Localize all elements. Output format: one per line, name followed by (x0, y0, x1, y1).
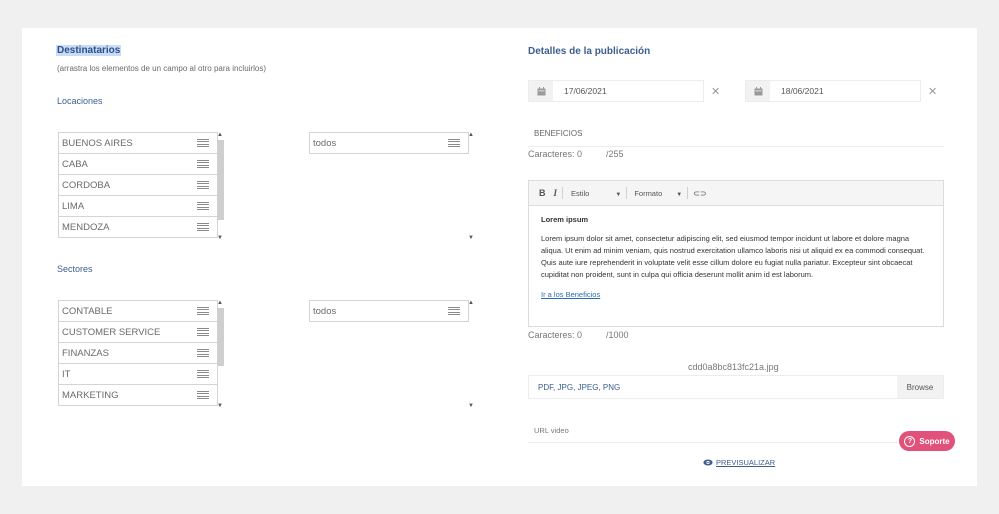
drag-handle-icon[interactable] (197, 390, 209, 400)
eye-icon (703, 459, 713, 466)
drag-handle-icon[interactable] (197, 201, 209, 211)
list-item[interactable]: MARKETING (59, 385, 217, 406)
scroll-thumb[interactable] (217, 140, 224, 220)
locations-scrollbar[interactable]: ▲ ▼ (216, 132, 224, 242)
editor-content[interactable]: Lorem ipsum Lorem ipsum dolor sit amet, … (529, 206, 943, 309)
scroll-up-icon[interactable]: ▲ (216, 300, 224, 306)
preview-label: PREVISUALIZAR (716, 458, 776, 467)
benefits-link[interactable]: Ir a los Beneficios (541, 290, 600, 299)
end-date-field[interactable]: 18/06/2021 (745, 80, 921, 102)
calendar-icon[interactable] (529, 81, 553, 101)
rich-text-editor[interactable]: B I Estilo ▼ Formato ▼ ⊂⊃ Lorem ipsum Lore… (528, 180, 944, 327)
recipients-title: Destinatarios (56, 45, 122, 56)
recipients-subtitle: (arrastra los elementos de un campo al o… (57, 64, 266, 73)
chevron-down-icon: ▼ (615, 191, 622, 198)
drag-handle-icon[interactable] (197, 369, 209, 379)
drag-handle-icon[interactable] (197, 138, 209, 148)
scroll-down-icon[interactable]: ▼ (216, 403, 224, 409)
scroll-up-icon[interactable]: ▲ (467, 300, 475, 306)
title-char-max: /255 (606, 149, 624, 159)
drag-handle-icon[interactable] (448, 306, 460, 316)
locations-label: Locaciones (57, 96, 103, 106)
support-label: Soporte (919, 436, 950, 446)
body-char-max: /1000 (606, 330, 629, 340)
drag-handle-icon[interactable] (448, 138, 460, 148)
publication-title: Detalles de la publicación (528, 46, 651, 57)
locations-selected-scrollbar[interactable]: ▲ ▼ (467, 132, 475, 242)
drag-handle-icon[interactable] (197, 180, 209, 190)
list-item[interactable]: todos (310, 133, 468, 154)
start-date-value: 17/06/2021 (564, 86, 607, 96)
scroll-up-icon[interactable]: ▲ (216, 132, 224, 138)
scroll-down-icon[interactable]: ▼ (467, 403, 475, 409)
accepted-formats: PDF, JPG, JPEG, PNG (538, 383, 621, 392)
uploaded-filename: cdd0a8bc813fc21a.jpg (688, 362, 779, 372)
italic-button[interactable]: I (554, 188, 558, 198)
format-dropdown[interactable]: Formato ▼ (634, 189, 682, 198)
benefits-placeholder: BENEFICIOS (534, 129, 583, 138)
support-button[interactable]: ? Soporte (899, 431, 955, 451)
scroll-down-icon[interactable]: ▼ (467, 235, 475, 241)
sectors-scrollbar[interactable]: ▲ ▼ (216, 300, 224, 410)
calendar-icon[interactable] (746, 81, 770, 101)
sectors-selected-scrollbar[interactable]: ▲ ▼ (467, 300, 475, 410)
drag-handle-icon[interactable] (197, 306, 209, 316)
sectors-available-list[interactable]: CONTABLE CUSTOMER SERVICE FINANZAS IT MA… (58, 300, 218, 406)
scroll-thumb[interactable] (217, 308, 224, 366)
sectors-selected-list[interactable]: todos (309, 300, 469, 322)
drag-handle-icon[interactable] (197, 327, 209, 337)
locations-available-list[interactable]: BUENOS AIRES CABA CORDOBA LIMA MENDOZA (58, 132, 218, 238)
help-icon: ? (904, 435, 916, 447)
list-item[interactable]: FINANZAS (59, 343, 217, 364)
sectors-label: Sectores (57, 264, 93, 274)
list-item[interactable]: CORDOBA (59, 175, 217, 196)
scroll-down-icon[interactable]: ▼ (216, 235, 224, 241)
content-body: Lorem ipsum dolor sit amet, consectetur … (541, 234, 925, 279)
drag-handle-icon[interactable] (197, 348, 209, 358)
content-heading: Lorem ipsum (541, 215, 589, 224)
start-date-field[interactable]: 17/06/2021 (528, 80, 704, 102)
video-url-input[interactable]: URL video (528, 418, 944, 443)
content-card: Destinatarios (arrastra los elementos de… (22, 28, 977, 486)
bold-button[interactable]: B (539, 188, 546, 198)
drag-handle-icon[interactable] (197, 159, 209, 169)
list-item[interactable]: IT (59, 364, 217, 385)
clear-end-date-icon[interactable]: ✕ (928, 85, 937, 98)
title-char-count: Caracteres: 0 (528, 149, 583, 159)
browse-button[interactable]: Browse (897, 376, 943, 398)
scroll-up-icon[interactable]: ▲ (467, 132, 475, 138)
body-char-count: Caracteres: 0 (528, 330, 583, 340)
list-item[interactable]: CUSTOMER SERVICE (59, 322, 217, 343)
drag-handle-icon[interactable] (197, 222, 209, 232)
file-upload-field[interactable]: PDF, JPG, JPEG, PNG Browse (528, 375, 944, 399)
list-item[interactable]: todos (310, 301, 468, 322)
locations-selected-list[interactable]: todos (309, 132, 469, 154)
list-item[interactable]: CABA (59, 154, 217, 175)
chevron-down-icon: ▼ (676, 191, 683, 198)
list-item[interactable]: CONTABLE (59, 301, 217, 322)
list-item[interactable]: BUENOS AIRES (59, 133, 217, 154)
style-dropdown[interactable]: Estilo ▼ (571, 189, 621, 198)
list-item[interactable]: LIMA (59, 196, 217, 217)
video-url-placeholder: URL video (534, 426, 569, 435)
link-icon[interactable]: ⊂⊃ (693, 189, 706, 198)
benefits-title-input[interactable]: BENEFICIOS (528, 122, 944, 147)
list-item[interactable]: MENDOZA (59, 217, 217, 238)
clear-start-date-icon[interactable]: ✕ (711, 85, 720, 98)
preview-button[interactable]: PREVISUALIZAR (703, 458, 775, 467)
editor-toolbar: B I Estilo ▼ Formato ▼ ⊂⊃ (529, 181, 943, 206)
end-date-value: 18/06/2021 (781, 86, 824, 96)
